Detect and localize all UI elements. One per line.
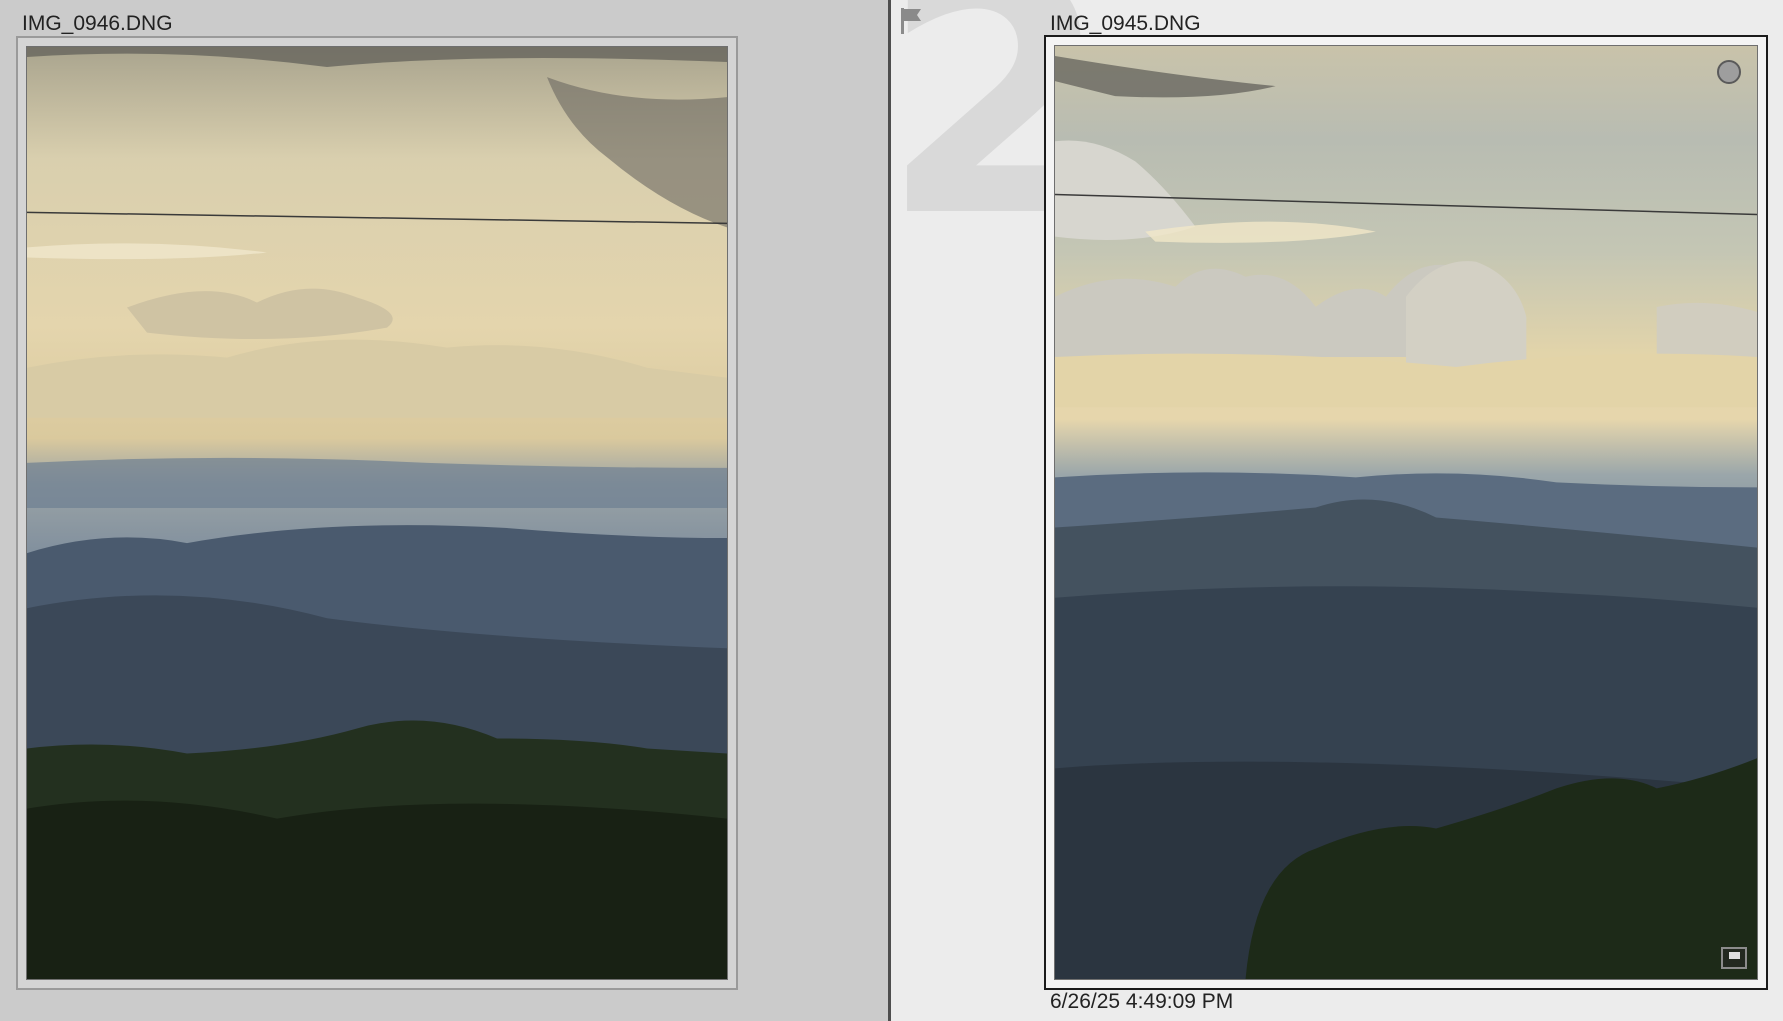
comment-icon[interactable] [1721,947,1747,969]
left-filename: IMG_0946.DNG [22,12,173,35]
left-photo[interactable] [26,46,728,980]
rating-circle-icon[interactable] [1717,60,1741,84]
right-photo[interactable] [1054,45,1758,980]
right-photo-frame[interactable] [1044,35,1768,990]
left-photo-frame[interactable] [16,36,738,990]
right-filename: IMG_0945.DNG [1050,12,1201,35]
flag-icon[interactable] [899,6,923,36]
right-compare-pane: 2 IMG_0945.DNG 6/26/25 4:49:09 PM [891,0,1783,1021]
capture-timestamp: 6/26/25 4:49:09 PM [1050,990,1234,1013]
left-compare-pane: IMG_0946.DNG [0,0,888,1021]
left-landscape-image [27,47,727,979]
right-landscape-image [1055,46,1757,979]
